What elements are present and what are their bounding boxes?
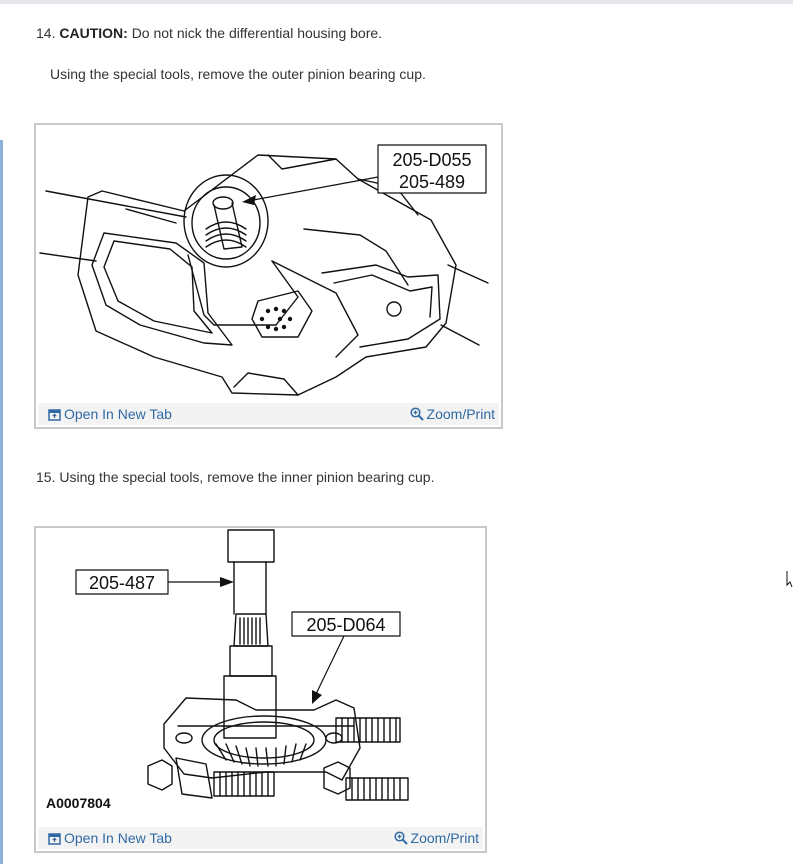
callout-205-d055: 205-D055 <box>392 150 471 170</box>
zoom-print-link[interactable]: Zoom/Print <box>409 406 495 422</box>
zoom-print-link[interactable]: Zoom/Print <box>393 830 479 846</box>
step-15-instruction: 15. Using the special tools, remove the … <box>36 469 435 485</box>
figure-id-label: A0007804 <box>46 795 111 811</box>
top-divider <box>0 0 793 4</box>
figure-toolbar: Open In New Tab Zoom/Print <box>38 827 483 849</box>
caution-label: CAUTION: <box>59 25 128 41</box>
callout-205-d064: 205-D064 <box>306 615 385 635</box>
zoom-magnifier-icon <box>393 831 408 845</box>
figure-inner-pinion-cup: 205-487 205-D064 A0007804 Open In New Ta… <box>34 526 487 853</box>
bearing-puller-illustration: 205-487 205-D064 A0007804 <box>46 529 409 811</box>
step-14-number: 14. <box>36 25 56 41</box>
step-14-caution: 14. CAUTION: Do not nick the differentia… <box>36 24 382 42</box>
differential-housing-illustration: 205-D055 205-489 <box>39 144 489 396</box>
open-in-new-tab-link[interactable]: Open In New Tab <box>48 406 172 422</box>
zoom-magnifier-icon <box>409 407 424 421</box>
figure-outer-pinion-cup: 205-D055 205-489 Open In New Tab Zoom/Pr… <box>34 123 503 429</box>
mouse-cursor-icon <box>786 571 793 588</box>
figure-toolbar: Open In New Tab Zoom/Print <box>38 403 499 425</box>
caution-text: Do not nick the differential housing bor… <box>131 25 383 41</box>
open-new-tab-icon <box>48 409 61 421</box>
step-14-instruction: Using the special tools, remove the oute… <box>50 66 426 82</box>
open-new-tab-icon <box>48 833 61 845</box>
callout-205-489: 205-489 <box>399 172 465 192</box>
open-in-new-tab-link[interactable]: Open In New Tab <box>48 830 172 846</box>
callout-205-487: 205-487 <box>89 573 155 593</box>
open-in-new-tab-label: Open In New Tab <box>64 830 172 846</box>
left-edge-bar <box>0 140 3 864</box>
open-in-new-tab-label: Open In New Tab <box>64 406 172 422</box>
zoom-print-label: Zoom/Print <box>426 406 495 422</box>
zoom-print-label: Zoom/Print <box>410 830 479 846</box>
